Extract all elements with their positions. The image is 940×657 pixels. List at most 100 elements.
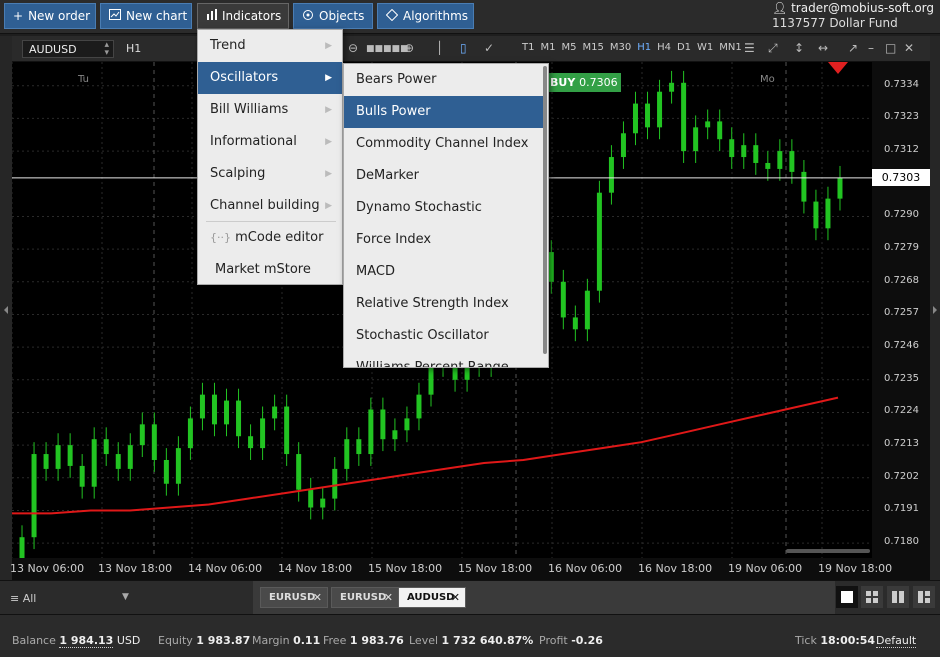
oscillator-item-macd[interactable]: MACD	[344, 256, 544, 288]
layout-grid-button[interactable]	[861, 586, 883, 608]
candle	[103, 439, 109, 455]
algorithms-button[interactable]: Algorithms	[377, 3, 474, 29]
candle	[717, 121, 723, 140]
close-tab-icon[interactable]: ✕	[313, 588, 322, 607]
oscillator-item-stochastic[interactable]: Stochastic Oscillator	[344, 320, 544, 352]
timeframe-m5[interactable]: M5	[561, 42, 576, 53]
vertical-resize-icon[interactable]: ↕	[794, 41, 804, 55]
line-chart-type-icon[interactable]: ✓	[484, 41, 494, 55]
layout-single-button[interactable]	[836, 586, 858, 608]
objects-button[interactable]: Objects	[293, 3, 373, 29]
timeframe-d1[interactable]: D1	[677, 42, 691, 53]
candle	[741, 145, 747, 158]
close-tab-icon[interactable]: ✕	[384, 588, 393, 607]
candle	[753, 145, 759, 163]
menu-item-trend[interactable]: Trend ▶	[198, 30, 342, 62]
default-layout-link[interactable]: Default	[876, 634, 917, 648]
candle	[55, 445, 61, 469]
oscillator-item-dynamo-stochastic[interactable]: Dynamo Stochastic	[344, 192, 544, 224]
menu-item-market-mstore[interactable]: Market mStore	[198, 254, 342, 286]
timeframe-t1[interactable]: T1	[522, 42, 534, 53]
candle-chart-type-icon[interactable]: ▯	[460, 41, 467, 55]
new-chart-label: New chart	[126, 9, 188, 23]
candle	[620, 133, 626, 158]
submenu-scrollbar[interactable]	[543, 66, 547, 354]
oscillator-item-williams-percent-range[interactable]: Williams Percent Range	[344, 352, 544, 367]
price-tick-label: 0.7290	[884, 209, 919, 221]
timeframe-m30[interactable]: M30	[610, 42, 631, 53]
account-info[interactable]: 👤︎ trader@mobius-soft.org 1137577 Dollar…	[772, 1, 934, 31]
chart-tab-active[interactable]: AUDUSD ✕	[398, 587, 466, 608]
timeframe-m1[interactable]: M1	[540, 42, 555, 53]
candle	[91, 439, 97, 487]
oscillator-item-rsi[interactable]: Relative Strength Index	[344, 288, 544, 320]
horizontal-resize-icon[interactable]: ↔	[818, 41, 828, 55]
close-tab-icon[interactable]: ✕	[451, 588, 460, 607]
zoom-in-icon[interactable]: ⊕	[404, 41, 414, 55]
timeframe-m15[interactable]: M15	[582, 42, 603, 53]
margin-value: 0.11	[293, 634, 321, 647]
settings-icon[interactable]: ☰	[744, 41, 755, 55]
timeframe-mn1[interactable]: MN1	[719, 42, 741, 53]
indicators-label: Indicators	[222, 9, 282, 23]
maximize-icon[interactable]: □	[885, 41, 896, 55]
symbol-filter-dropdown[interactable]: ≡ All ▼	[10, 592, 140, 606]
menu-item-mcode-editor[interactable]: {··} mCode editor	[198, 222, 342, 254]
oscillator-item-force-index[interactable]: Force Index	[344, 224, 544, 256]
left-panel-strip[interactable]	[0, 36, 12, 580]
day-label-mo: Mo	[760, 74, 775, 85]
chart-tab[interactable]: EURUSD ✕	[260, 587, 328, 608]
chart-tab[interactable]: EURUSD ✕	[331, 587, 399, 608]
symbol-selector[interactable]: AUDUSD ▴ ▾	[22, 40, 114, 58]
menu-item-channel-building[interactable]: Channel building ▶	[198, 190, 342, 222]
new-order-button[interactable]: + New order	[4, 3, 96, 29]
balance-value: 1 984.13	[59, 634, 114, 648]
candle	[813, 201, 819, 229]
timeframe-h4[interactable]: H4	[657, 42, 671, 53]
chart-horizontal-scrollbar[interactable]	[786, 549, 870, 553]
price-tick-label: 0.7312	[884, 144, 919, 156]
timeframe-w1[interactable]: W1	[697, 42, 713, 53]
account-name: Dollar Fund	[829, 16, 898, 30]
candle	[67, 445, 73, 466]
menu-item-scalping[interactable]: Scalping ▶	[198, 158, 342, 190]
oscillator-item-cci[interactable]: Commodity Channel Index	[344, 128, 544, 160]
grid-layout-icon	[866, 591, 878, 603]
chevron-right-icon: ▶	[325, 137, 332, 147]
oscillator-item-bulls-power[interactable]: Bulls Power	[344, 96, 544, 128]
minimize-icon[interactable]: –	[868, 41, 874, 55]
candle	[79, 465, 85, 487]
profit-status: Profit -0.26	[539, 634, 603, 647]
columns-layout-icon	[892, 591, 904, 603]
close-chart-icon[interactable]: ✕	[904, 41, 914, 55]
detach-window-icon[interactable]: ↗	[848, 41, 858, 55]
right-panel-strip[interactable]	[930, 36, 940, 580]
indicators-button[interactable]: Indicators	[197, 3, 289, 29]
bar-chart-type-icon[interactable]: │	[436, 41, 443, 55]
layout-rows-button[interactable]	[913, 586, 935, 608]
timeframe-list: T1 M1 M5 M15 M30 H1 H4 D1 W1 MN1	[522, 42, 748, 53]
new-chart-button[interactable]: New chart	[100, 3, 192, 29]
indicators-menu: Trend ▶ Oscillators ▶ Bill Williams ▶ Infor…	[197, 29, 343, 285]
oscillator-item-demarker[interactable]: DeMarker	[344, 160, 544, 192]
timeframe-h1[interactable]: H1	[637, 42, 651, 53]
chart-tab-label: EURUSD	[340, 592, 387, 603]
zoom-out-icon[interactable]: ⊖	[348, 41, 358, 55]
candle	[296, 454, 302, 490]
candle	[224, 400, 230, 425]
layout-columns-button[interactable]	[887, 586, 909, 608]
menu-item-oscillators[interactable]: Oscillators ▶	[198, 62, 342, 94]
candle	[19, 537, 25, 558]
expand-diagonal-icon[interactable]: ⤢	[768, 41, 778, 56]
symbol-spinner-icon[interactable]: ▴ ▾	[104, 41, 109, 58]
menu-item-informational[interactable]: Informational ▶	[198, 126, 342, 158]
account-email: trader@mobius-soft.org	[791, 1, 934, 15]
zoom-slider[interactable]: ■■■■■	[366, 44, 409, 54]
oscillator-item-bears-power[interactable]: Bears Power	[344, 64, 544, 96]
price-tick-label: 0.7191	[884, 503, 919, 515]
menu-item-bill-williams[interactable]: Bill Williams ▶	[198, 94, 342, 126]
alert-marker-icon[interactable]	[828, 62, 848, 74]
main-toolbar: + New order New chart Indicators Objects…	[0, 0, 940, 34]
candle	[789, 151, 795, 172]
buy-price-badge[interactable]: BUY 0.7306	[546, 73, 621, 92]
